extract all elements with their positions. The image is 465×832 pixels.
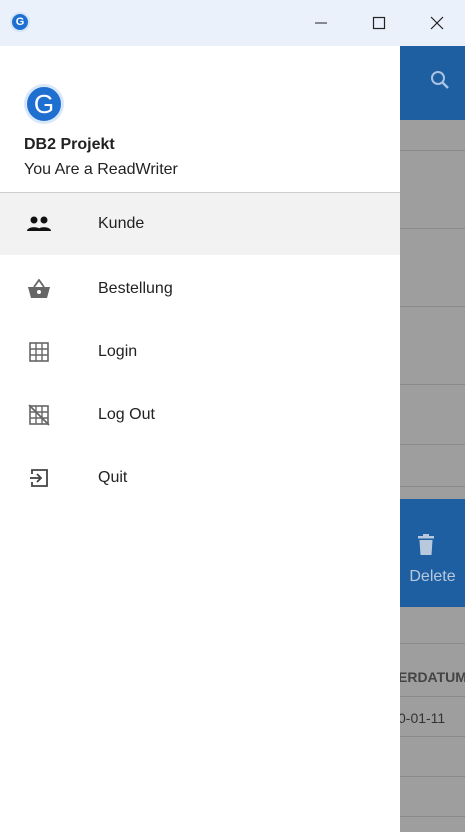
window-titlebar: G	[0, 0, 465, 46]
delete-label: Delete	[409, 568, 456, 585]
table-column-header: ERDATUM	[398, 669, 465, 685]
trash-icon	[418, 534, 434, 555]
row-divider	[400, 228, 465, 229]
nav-item-quit[interactable]: Quit	[0, 447, 400, 509]
row-divider	[400, 736, 465, 737]
basket-icon	[26, 276, 52, 302]
row-divider	[400, 444, 465, 445]
close-icon	[430, 16, 444, 30]
nav-item-log-out[interactable]: Log Out	[0, 384, 400, 446]
nav-item-label: Log Out	[98, 406, 155, 423]
grid-icon	[26, 339, 52, 365]
exit-icon	[26, 465, 52, 491]
user-role-text: You Are a ReadWriter	[24, 161, 178, 178]
search-icon[interactable]	[428, 68, 452, 92]
row-divider	[400, 150, 465, 151]
nav-item-label: Quit	[98, 469, 128, 486]
nav-item-login[interactable]: Login	[0, 321, 400, 383]
row-divider	[400, 643, 465, 644]
minimize-button[interactable]	[298, 0, 344, 46]
minimize-icon	[315, 22, 327, 24]
navigation-drawer: G DB2 Projekt You Are a ReadWriter Kunde…	[0, 46, 400, 832]
row-divider	[400, 696, 465, 697]
nav-item-label: Login	[98, 343, 138, 360]
app-logo-icon: G	[10, 12, 30, 32]
grid-off-icon	[26, 402, 52, 428]
row-divider	[400, 384, 465, 385]
avatar: G	[24, 84, 64, 124]
row-divider	[400, 306, 465, 307]
maximize-icon	[372, 16, 386, 30]
nav-item-kunde[interactable]: Kunde	[0, 193, 400, 255]
nav-item-bestellung[interactable]: Bestellung	[0, 258, 400, 320]
row-divider	[400, 816, 465, 817]
project-title: DB2 Projekt	[24, 136, 115, 153]
maximize-button[interactable]	[356, 0, 402, 46]
table-cell: 0-01-11	[398, 710, 446, 726]
close-button[interactable]	[414, 0, 460, 46]
row-divider	[400, 486, 465, 487]
nav-item-label: Bestellung	[98, 280, 173, 297]
nav-item-label: Kunde	[98, 215, 145, 232]
people-icon	[26, 211, 52, 237]
row-divider	[400, 776, 465, 777]
